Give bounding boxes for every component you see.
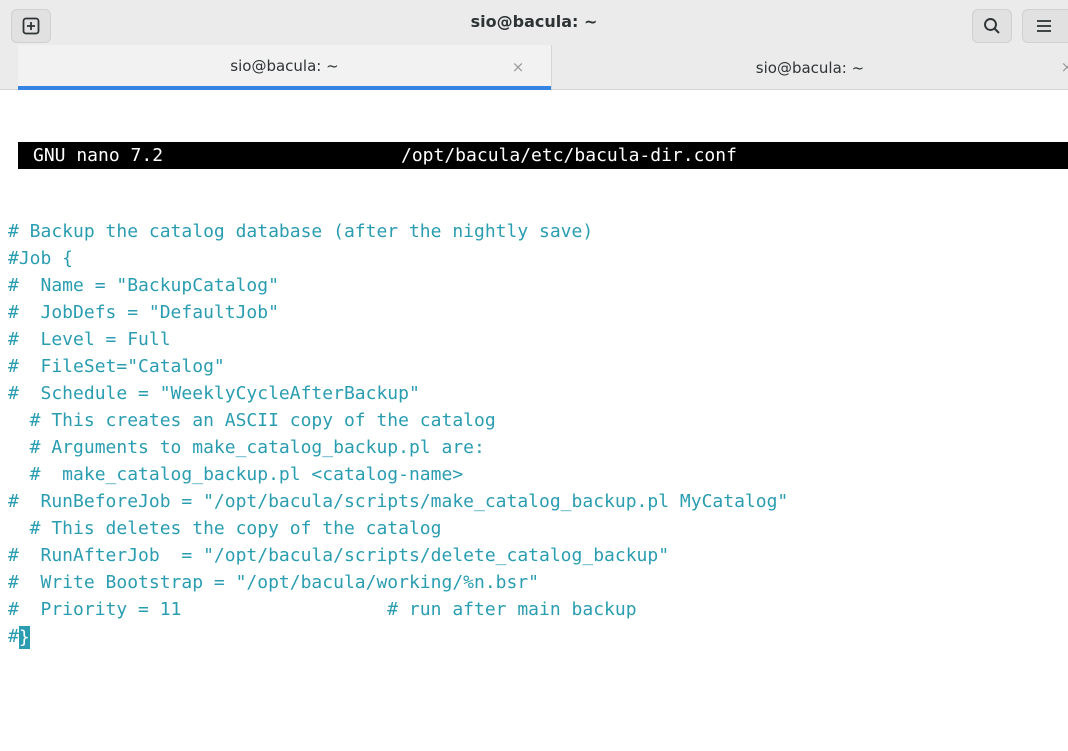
menu-button[interactable] <box>1022 9 1068 43</box>
new-tab-icon <box>22 17 40 35</box>
nano-version: GNU nano 7.2 <box>33 145 164 166</box>
code-line: # This deletes the copy of the catalog <box>8 518 442 539</box>
header-bar: sio@bacula: ~ sio@bacula: ~ × sio@bacula… <box>0 0 1068 90</box>
code-line: #Job { <box>8 248 74 269</box>
code-line: # This creates an ASCII copy of the cata… <box>8 410 496 431</box>
code-line: # RunAfterJob = "/opt/bacula/scripts/del… <box>8 545 670 566</box>
code-line-last: #} <box>8 623 1068 650</box>
code-line: # Backup the catalog database (after the… <box>8 221 594 242</box>
code-line: # RunBeforeJob = "/opt/bacula/scripts/ma… <box>8 491 789 512</box>
code-line: # Priority = 11 # run after main backup <box>8 599 637 620</box>
editor-text-area[interactable]: # Backup the catalog database (after the… <box>8 218 1068 650</box>
code-line: # Name = "BackupCatalog" <box>8 275 279 296</box>
search-icon <box>984 18 1000 34</box>
search-button[interactable] <box>972 9 1012 43</box>
nano-filename: /opt/bacula/etc/bacula-dir.conf <box>401 145 737 166</box>
nano-title-bar: GNU nano 7.2 /opt/bacula/etc/bacula-dir.… <box>18 142 1068 169</box>
title-bar: sio@bacula: ~ <box>0 0 1068 45</box>
tab-label: sio@bacula: ~ <box>755 58 865 77</box>
line-prefix: # <box>8 626 19 647</box>
code-line: # make_catalog_backup.pl <catalog-name> <box>8 464 464 485</box>
code-line: # JobDefs = "DefaultJob" <box>8 302 279 323</box>
code-line: # Schedule = "WeeklyCycleAfterBackup" <box>8 383 420 404</box>
code-line: # Arguments to make_catalog_backup.pl ar… <box>8 437 485 458</box>
text-cursor: } <box>18 625 30 649</box>
tab-terminal-2[interactable]: sio@bacula: ~ × <box>551 45 1068 90</box>
tab-label: sio@bacula: ~ <box>230 56 339 75</box>
close-icon[interactable]: × <box>1057 57 1068 77</box>
tab-terminal-1[interactable]: sio@bacula: ~ × <box>18 45 551 90</box>
code-line: # Level = Full <box>8 329 171 350</box>
new-tab-button[interactable] <box>11 9 51 43</box>
window-title: sio@bacula: ~ <box>470 12 598 31</box>
terminal-view[interactable]: GNU nano 7.2 /opt/bacula/etc/bacula-dir.… <box>0 90 1068 751</box>
hamburger-menu-icon <box>1037 20 1051 32</box>
code-line: # Write Bootstrap = "/opt/bacula/working… <box>8 572 540 593</box>
close-icon[interactable]: × <box>508 57 528 77</box>
code-line: # FileSet="Catalog" <box>8 356 225 377</box>
tab-bar: sio@bacula: ~ × sio@bacula: ~ × <box>0 45 1068 90</box>
